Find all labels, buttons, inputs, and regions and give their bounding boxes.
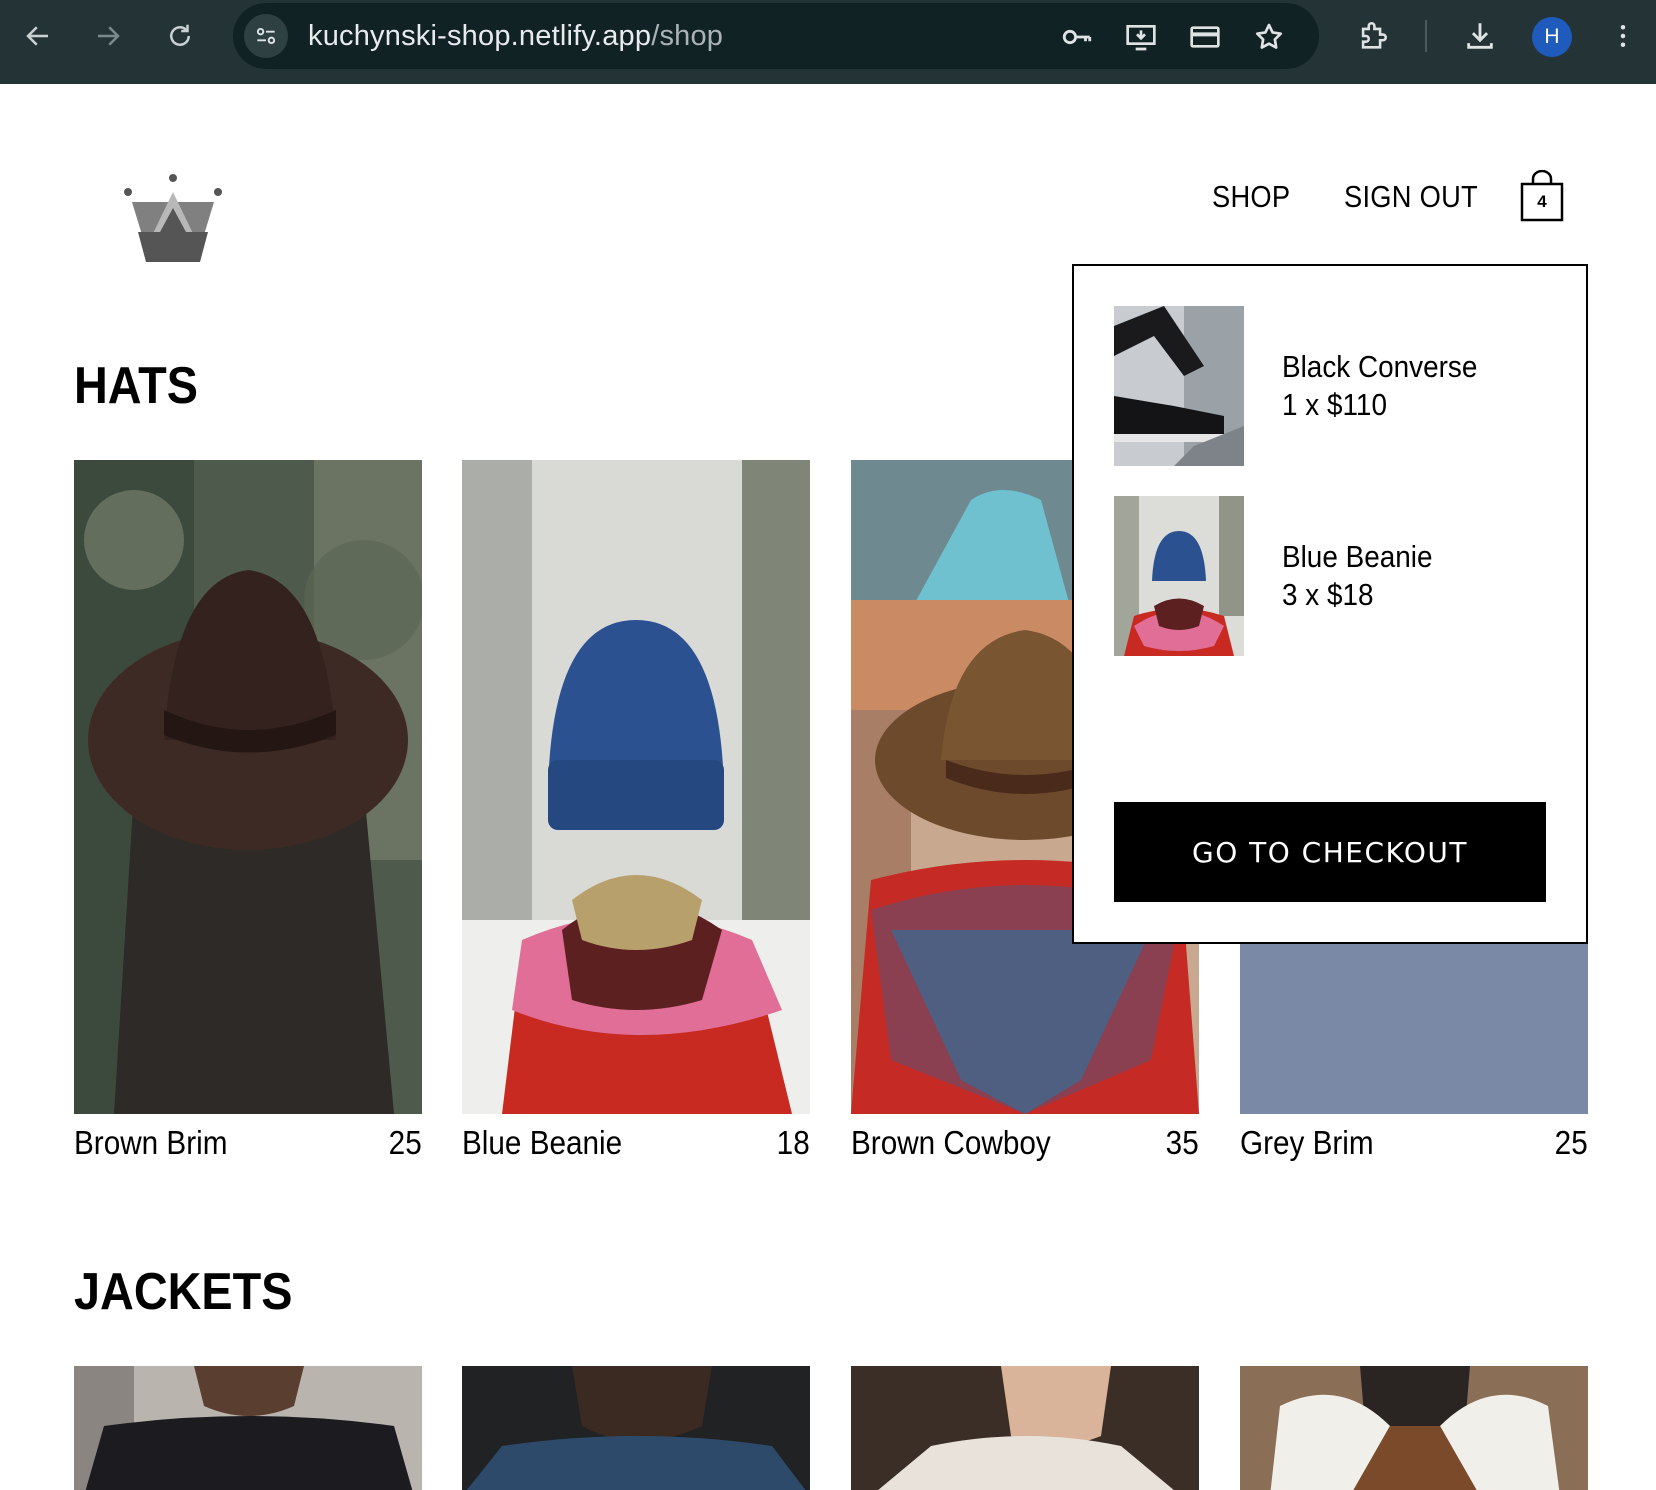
forward-icon[interactable] <box>86 14 130 58</box>
key-icon[interactable] <box>1059 19 1095 55</box>
crown-logo[interactable] <box>120 172 226 262</box>
browser-toolbar: kuchynski-shop.netlify.app/shop H <box>0 0 1656 84</box>
cart-item: Blue Beanie 3 x $18 <box>1114 496 1534 656</box>
cart-item-quantity-price: 3 x $18 <box>1282 577 1374 612</box>
product-price: 18 <box>776 1124 810 1161</box>
install-app-icon[interactable] <box>1123 19 1159 55</box>
shopping-bag-icon[interactable]: 4 <box>1518 169 1566 222</box>
product-name: Brown Brim <box>74 1124 228 1161</box>
product-card[interactable]: Blue Beanie 18 <box>462 460 810 1161</box>
back-icon[interactable] <box>16 14 60 58</box>
url-text[interactable]: kuchynski-shop.netlify.app/shop <box>308 20 723 53</box>
go-to-checkout-button[interactable]: GO TO CHECKOUT <box>1114 802 1546 902</box>
product-name: Grey Brim <box>1240 1124 1374 1161</box>
section-title-jackets[interactable]: JACKETS <box>74 1262 292 1322</box>
product-name: Blue Beanie <box>462 1124 623 1161</box>
cart-dropdown: Black Converse 1 x $110 Blue Beanie 3 x … <box>1072 264 1588 944</box>
product-image-brown-brim[interactable] <box>74 460 422 1114</box>
cart-item-quantity-price: 1 x $110 <box>1282 387 1387 422</box>
download-icon[interactable] <box>1460 16 1500 56</box>
url-host: kuchynski-shop.netlify.app <box>308 20 652 52</box>
product-price: 35 <box>1165 1124 1199 1161</box>
product-image-jacket[interactable] <box>74 1366 422 1490</box>
product-price: 25 <box>388 1124 422 1161</box>
cart-item-image-blue-beanie <box>1114 496 1244 656</box>
cart-item: Black Converse 1 x $110 <box>1114 306 1534 466</box>
extensions-icon[interactable] <box>1353 16 1393 56</box>
section-title-hats[interactable]: HATS <box>74 356 198 416</box>
product-card[interactable]: Brown Brim 25 <box>74 460 422 1161</box>
cart-item-count: 4 <box>1537 192 1547 211</box>
profile-avatar[interactable]: H <box>1532 17 1572 57</box>
product-price: 25 <box>1554 1124 1588 1161</box>
product-image-jacket[interactable] <box>851 1366 1199 1490</box>
address-bar[interactable]: kuchynski-shop.netlify.app/shop <box>233 3 1319 69</box>
reload-icon[interactable] <box>158 14 202 58</box>
shop-page: SHOP SIGN OUT 4 HATS Brown Brim 25 Blue … <box>0 84 1656 1490</box>
nav-sign-out-link[interactable]: SIGN OUT <box>1344 179 1478 215</box>
url-path: /shop <box>651 20 724 52</box>
cart-item-name: Blue Beanie <box>1282 539 1433 574</box>
cart-item-name: Black Converse <box>1282 349 1478 384</box>
menu-icon[interactable] <box>1603 16 1643 56</box>
nav-shop-link[interactable]: SHOP <box>1212 179 1290 215</box>
toolbar-divider <box>1425 20 1427 52</box>
bookmark-star-icon[interactable] <box>1251 19 1287 55</box>
product-image-jacket[interactable] <box>1240 1366 1588 1490</box>
card-icon[interactable] <box>1187 19 1223 55</box>
product-image-jacket[interactable] <box>462 1366 810 1490</box>
cart-item-image-black-converse <box>1114 306 1244 466</box>
product-image-blue-beanie[interactable] <box>462 460 810 1114</box>
product-name: Brown Cowboy <box>851 1124 1051 1161</box>
site-info-icon[interactable] <box>244 14 288 58</box>
